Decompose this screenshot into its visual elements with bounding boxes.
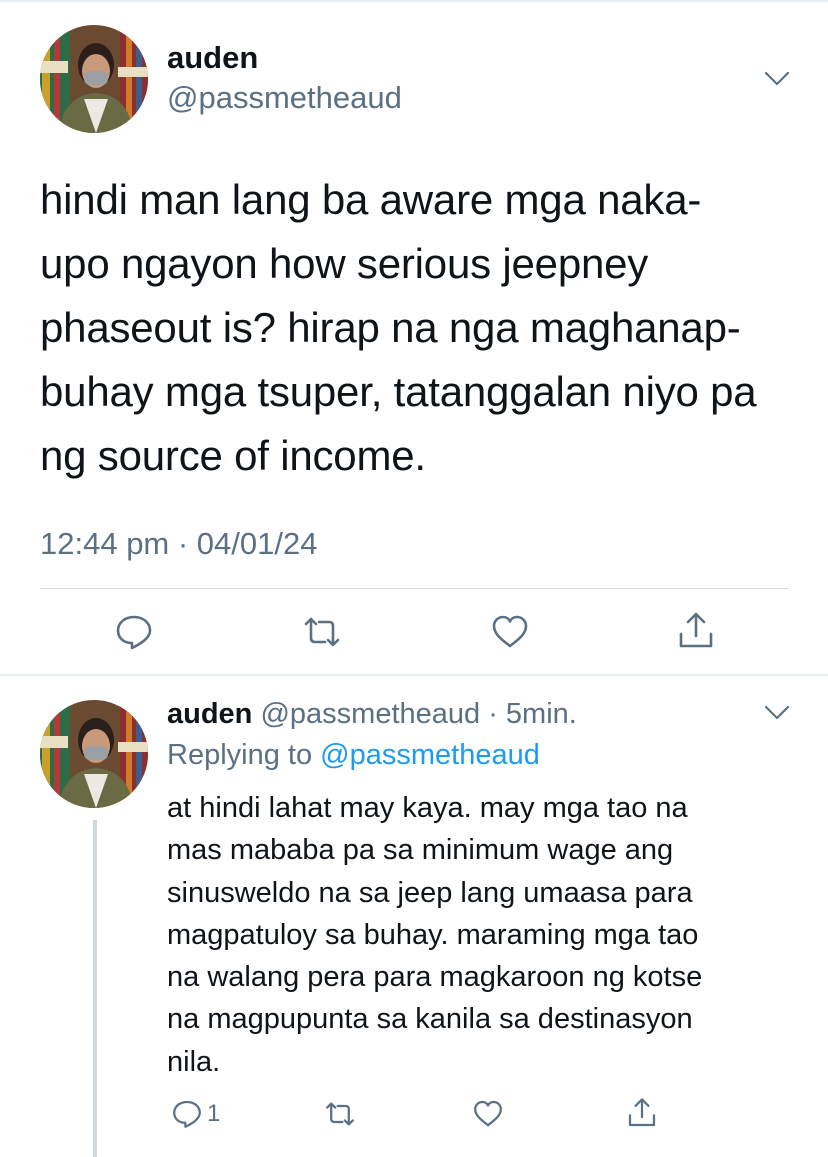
author-handle[interactable]: @passmetheaud xyxy=(260,698,480,730)
reply-text-line: mas mababa pa sa minimum wage ang xyxy=(167,834,674,867)
retweet-button[interactable] xyxy=(300,612,344,652)
thread-line xyxy=(93,820,97,1157)
tweet-timestamp[interactable]: 12:44 pm · 04/01/24 xyxy=(40,526,317,562)
like-button[interactable] xyxy=(472,1098,504,1130)
reply-text-line: sinusweldo na sa jeep lang umaasa para xyxy=(167,876,693,909)
replying-handle-link[interactable]: @passmetheaud xyxy=(320,739,540,771)
reply-text-line: nila. xyxy=(167,1045,221,1078)
heart-icon xyxy=(474,1100,502,1127)
divider xyxy=(0,674,828,676)
tweet-text-line: buhay mga tsuper, tatanggalan niyo pa xyxy=(40,368,757,415)
retweet-button[interactable] xyxy=(322,1098,358,1130)
replying-prefix: Replying to xyxy=(167,739,313,771)
author-name[interactable]: auden xyxy=(167,698,252,730)
share-upload-icon xyxy=(679,612,713,648)
retweet-arrows-icon xyxy=(304,617,340,647)
author-handle[interactable]: @passmetheaud xyxy=(167,80,402,116)
tweet-text-line: hindi man lang ba aware mga naka- xyxy=(40,176,702,223)
heart-icon xyxy=(492,615,528,648)
tweet-text: hindi man lang ba aware mga naka- upo ng… xyxy=(40,168,810,488)
replying-to: Replying to @passmetheaud xyxy=(167,739,540,772)
like-button[interactable] xyxy=(490,612,530,652)
top-divider xyxy=(0,0,828,2)
reply-count: 1 xyxy=(207,1100,221,1127)
tweet-text-line: upo ngayon how serious jeepney xyxy=(40,240,649,287)
chevron-down-icon[interactable] xyxy=(764,704,790,727)
share-button[interactable] xyxy=(626,1096,658,1130)
divider xyxy=(40,588,788,589)
reply-header: auden @passmetheaud · 5min. xyxy=(167,698,577,731)
reply-text: at hindi lahat may kaya. may mga tao na … xyxy=(167,787,807,1083)
reply-text-line: na magpupunta sa kanila sa destinasyon xyxy=(167,1003,693,1036)
reply-text-line: magpatuloy sa buhay. maraming mga tao xyxy=(167,918,699,951)
author-name[interactable]: auden xyxy=(167,40,258,76)
speech-bubble-icon xyxy=(116,615,152,650)
tweet-text-line: phaseout is? hirap na nga maghanap- xyxy=(40,304,741,351)
retweet-arrows-icon xyxy=(326,1102,354,1126)
share-button[interactable] xyxy=(676,610,716,652)
reply-text-line: na walang pera para magkaroon ng kotse xyxy=(167,961,703,994)
tweet-text-line: ng source of income. xyxy=(40,432,426,479)
avatar[interactable] xyxy=(40,700,148,808)
speech-bubble-icon xyxy=(173,1100,201,1128)
chevron-down-icon[interactable] xyxy=(764,70,790,93)
reply-text-line: at hindi lahat may kaya. may mga tao na xyxy=(167,792,688,824)
reply-button[interactable]: 1 xyxy=(171,1098,220,1130)
reply-button[interactable] xyxy=(114,612,154,652)
avatar[interactable] xyxy=(40,25,148,133)
reply-time[interactable]: · 5min. xyxy=(488,698,577,730)
share-upload-icon xyxy=(628,1098,656,1127)
